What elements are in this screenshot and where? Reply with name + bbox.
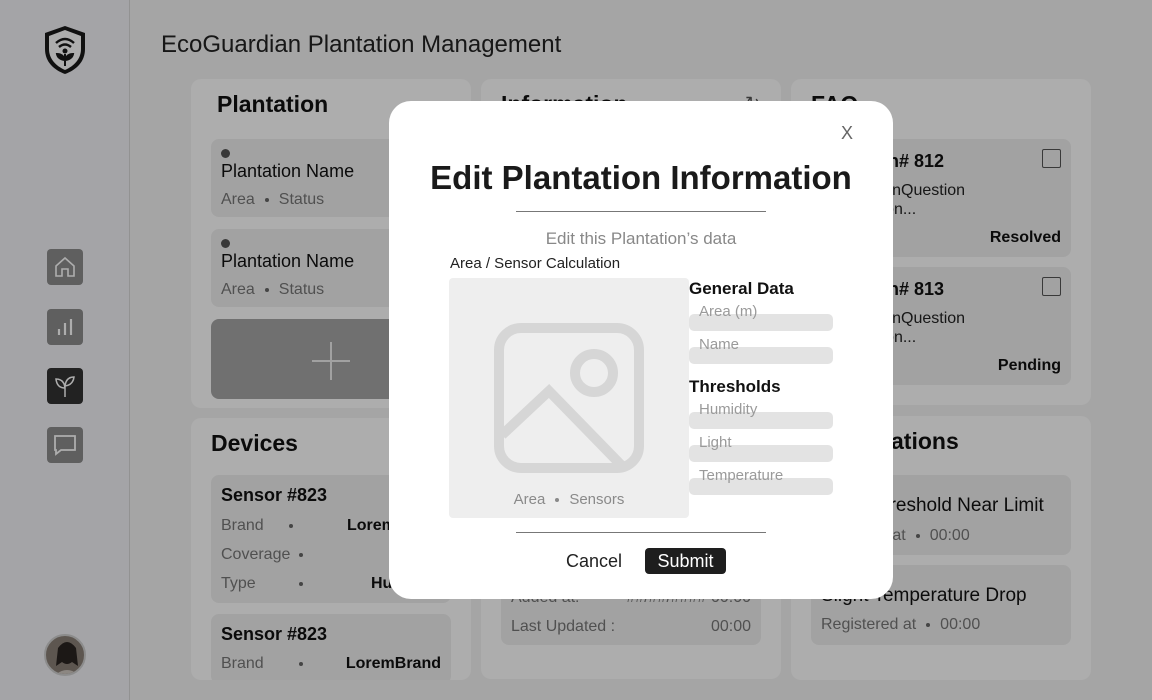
temperature-placeholder: Temperature	[699, 467, 784, 484]
image-placeholder: Area Sensors	[449, 278, 689, 518]
submit-button[interactable]: Submit	[645, 548, 726, 574]
name-placeholder: Name	[699, 336, 740, 353]
area-placeholder: Area (m)	[699, 303, 758, 320]
divider	[516, 532, 766, 533]
divider	[516, 211, 766, 212]
close-icon[interactable]: X	[841, 123, 853, 144]
edit-plantation-modal: X Edit Plantation Information Edit this …	[389, 101, 893, 599]
calc-label: Area / Sensor Calculation	[450, 255, 621, 272]
image-icon	[494, 323, 644, 473]
image-caption: Area Sensors	[513, 491, 625, 508]
modal-subtitle: Edit this Plantation’s data	[545, 229, 737, 248]
thresholds-title: Thresholds	[689, 377, 781, 396]
cancel-button[interactable]: Cancel	[566, 551, 622, 572]
modal-title: Edit Plantation Information	[430, 159, 852, 196]
humidity-placeholder: Humidity	[699, 401, 758, 418]
general-data-title: General Data	[689, 279, 794, 298]
light-placeholder: Light	[699, 434, 732, 451]
